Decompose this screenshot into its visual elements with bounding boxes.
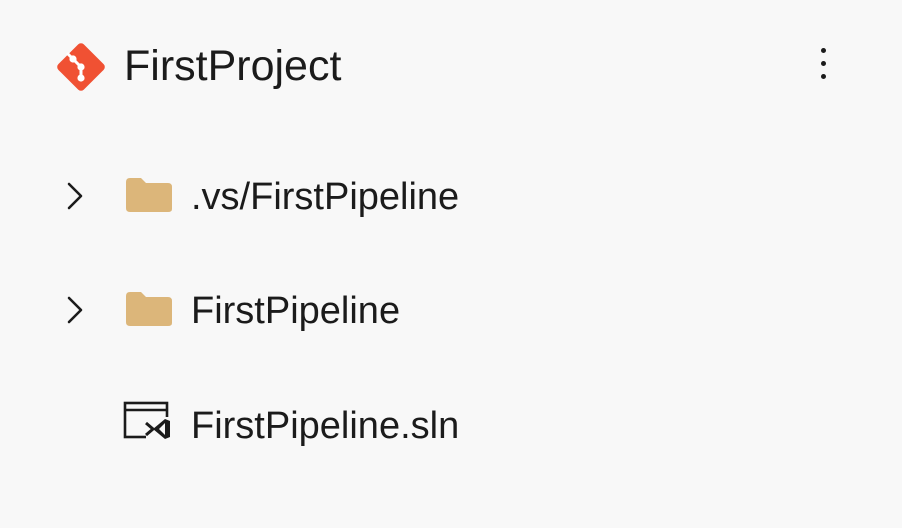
chevron-right-icon[interactable] <box>60 176 88 216</box>
more-vertical-icon <box>820 47 826 53</box>
repo-header: FirstProject <box>0 0 902 130</box>
chevron-right-icon[interactable] <box>60 290 88 330</box>
tree-item-label: FirstPipeline.sln <box>191 405 460 447</box>
tree-item-vs-firstpipeline[interactable]: .vs/FirstPipeline <box>0 140 902 250</box>
tree-item-label: .vs/FirstPipeline <box>191 176 460 218</box>
repo-title: FirstProject <box>124 42 342 90</box>
visual-studio-solution-icon <box>123 401 173 441</box>
more-vertical-icon <box>820 73 826 79</box>
tree-item-firstpipeline[interactable]: FirstPipeline <box>0 254 902 364</box>
more-vertical-icon <box>820 60 826 66</box>
more-options-button[interactable] <box>806 38 840 88</box>
folder-icon <box>126 178 172 212</box>
tree-item-label: FirstPipeline <box>191 290 401 332</box>
tree-item-firstpipeline-sln[interactable]: FirstPipeline.sln <box>0 369 902 479</box>
git-icon <box>57 43 105 91</box>
folder-icon <box>126 292 172 326</box>
